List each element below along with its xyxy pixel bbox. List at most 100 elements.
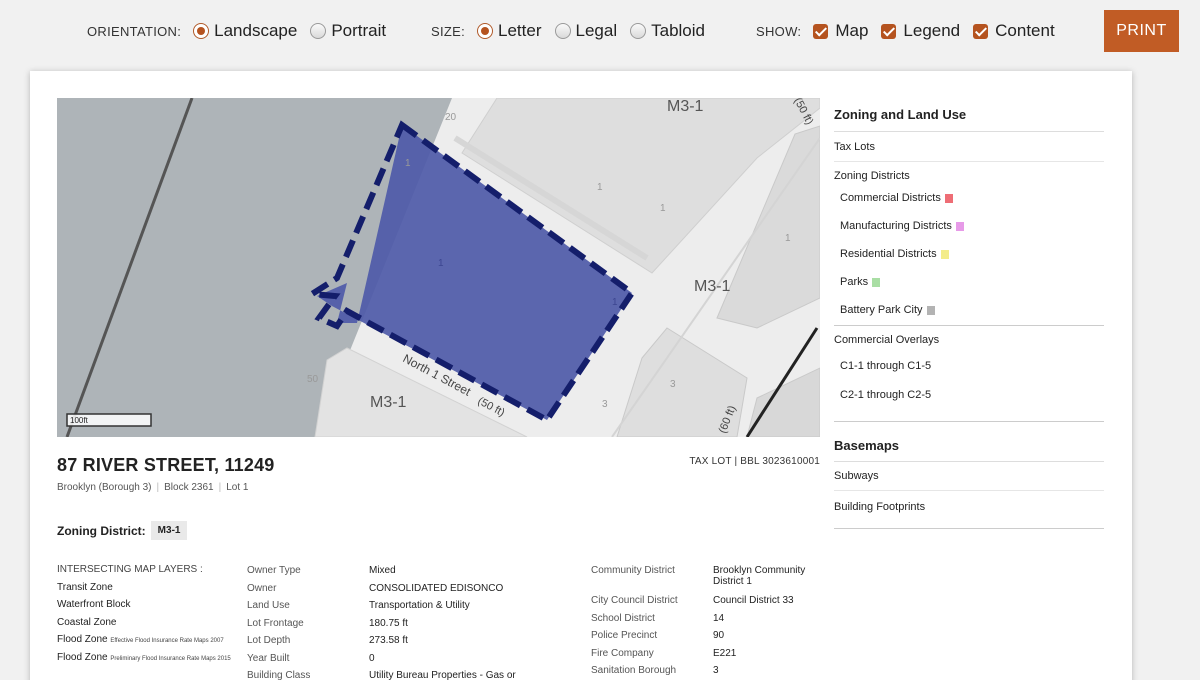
show-legend-option[interactable]: Legend — [881, 21, 960, 41]
detail-label: Owner — [247, 582, 277, 594]
detail-value: Utility Bureau Properties - Gas or — [369, 670, 516, 680]
legend-label: Battery Park City — [840, 304, 923, 316]
district-labels: Community District City Council District… — [591, 565, 706, 680]
divider: | — [218, 482, 222, 493]
landscape-label: Landscape — [214, 21, 298, 40]
letter-radio[interactable] — [477, 23, 494, 39]
legal-radio[interactable] — [554, 23, 571, 39]
show-map-option[interactable]: Map — [813, 21, 868, 41]
district-label: M3-1 — [370, 394, 407, 411]
orientation-label: ORIENTATION: — [87, 23, 182, 39]
legend-overlay-c1: C1-1 through C1-5 — [840, 360, 932, 372]
block: Block 2361 — [164, 482, 214, 493]
lot-number: 1 — [438, 258, 444, 269]
district-value: 3 — [713, 665, 719, 676]
district-value: Brooklyn Community District 1 — [713, 565, 806, 587]
layer-item: Flood Zone — [57, 634, 108, 645]
print-toolbar: ORIENTATION: Landscape Portrait SIZE: Le… — [0, 0, 1200, 62]
zoning-legend-title: Zoning and Land Use — [834, 107, 1104, 132]
tabloid-label: Tabloid — [651, 21, 705, 40]
tax-lot-bbl: TAX LOT | BBL 3023610001 — [689, 456, 820, 467]
legend-commercial-overlays: Commercial Overlays — [834, 334, 940, 346]
orientation-group: ORIENTATION: Landscape Portrait — [87, 20, 399, 42]
legend-parks: Parks — [834, 266, 1104, 294]
lot-number: 1 — [612, 297, 618, 308]
print-preview-page: M3-1 M3-1 M3-1 1 1 1 1 1 1 3 3 50 20 Nor… — [30, 71, 1132, 680]
legend-tax-lots: Tax Lots — [834, 132, 1104, 162]
layers-title: INTERSECTING MAP LAYERS : — [57, 564, 203, 575]
show-content-option[interactable]: Content — [973, 21, 1055, 41]
lot-number: 3 — [670, 379, 676, 390]
lot-number: 1 — [597, 182, 603, 193]
lot-number: 1 — [660, 203, 666, 214]
legend-checkbox-label: Legend — [903, 21, 961, 40]
content-checkbox[interactable] — [973, 23, 989, 39]
detail-label: Owner Type — [247, 565, 301, 576]
parks-swatch — [872, 277, 881, 287]
detail-value: 273.58 ft — [369, 635, 408, 646]
size-tabloid-option[interactable]: Tabloid — [630, 21, 705, 41]
legend-checkbox[interactable] — [881, 23, 897, 39]
landscape-radio[interactable] — [193, 23, 210, 39]
divider: | — [156, 482, 160, 493]
layer-item-flood-effective: Flood Zone Effective Flood Insurance Rat… — [57, 634, 267, 652]
lot-number: 3 — [602, 399, 608, 410]
district-value: Council District 33 — [713, 595, 794, 606]
layer-item: Coastal Zone — [57, 616, 117, 628]
zoning-district-badge: M3-1 — [150, 521, 188, 540]
portrait-label: Portrait — [331, 21, 387, 40]
lot-number: 1 — [785, 233, 791, 244]
detail-value: CONSOLIDATED EDISONCO — [369, 582, 504, 594]
detail-label: Building Class — [247, 670, 311, 680]
legend-subways: Subways — [834, 462, 1104, 491]
district-label: City Council District — [591, 595, 678, 606]
legend-label: Manufacturing Districts — [840, 220, 952, 232]
legend-manufacturing-districts: Manufacturing Districts — [834, 210, 1104, 238]
detail-label: Land Use — [247, 600, 290, 611]
portrait-radio[interactable] — [310, 23, 327, 39]
zoning-district-label: Zoning District: — [57, 523, 146, 538]
orientation-portrait-option[interactable]: Portrait — [310, 21, 386, 41]
legend-overlay-c2: C2-1 through C2-5 — [840, 389, 932, 401]
detail-value: 0 — [369, 652, 375, 664]
tabloid-radio[interactable] — [630, 23, 647, 39]
lot-address: 87 RIVER STREET, 11249 — [57, 455, 275, 475]
borough: Brooklyn (Borough 3) — [57, 482, 152, 493]
letter-label: Letter — [498, 21, 542, 40]
print-button[interactable]: PRINT — [1104, 10, 1179, 52]
size-label: SIZE: — [431, 23, 466, 39]
detail-label: Year Built — [247, 652, 290, 664]
content-checkbox-label: Content — [995, 21, 1055, 40]
lot-number: 20 — [445, 112, 457, 123]
legend-commercial-districts: Commercial Districts — [834, 187, 1104, 210]
map-canvas[interactable]: M3-1 M3-1 M3-1 1 1 1 1 1 1 3 3 50 20 Nor… — [57, 98, 820, 437]
map-view[interactable]: M3-1 M3-1 M3-1 1 1 1 1 1 1 3 3 50 20 Nor… — [57, 98, 820, 437]
district-label: M3-1 — [667, 98, 704, 115]
detail-value: 180.75 ft — [369, 617, 408, 629]
orientation-landscape-option[interactable]: Landscape — [193, 21, 297, 41]
layer-item: Waterfront Block — [57, 599, 131, 610]
zoning-district: Zoning District: M3-1 — [57, 521, 188, 540]
legend-zoning-districts: Zoning Districts — [834, 170, 910, 182]
detail-label: Lot Depth — [247, 635, 291, 646]
legend-battery-park-city: Battery Park City — [834, 294, 1104, 326]
district-value: 90 — [713, 630, 725, 641]
district-label: Fire Company — [591, 647, 654, 659]
show-group: SHOW: Map Legend Content — [756, 20, 1068, 42]
legend-label: Commercial Districts — [840, 192, 941, 204]
map-checkbox[interactable] — [813, 23, 829, 39]
size-legal-option[interactable]: Legal — [554, 21, 618, 41]
legend-label: Parks — [840, 276, 869, 288]
flood-note: Effective Flood Insurance Rate Maps 2007 — [110, 638, 224, 644]
map-checkbox-label: Map — [835, 21, 869, 40]
district-value: 14 — [713, 612, 725, 624]
size-letter-option[interactable]: Letter — [477, 21, 542, 41]
district-label: M3-1 — [694, 278, 731, 295]
district-label: School District — [591, 612, 655, 624]
lot-number: Lot 1 — [226, 482, 249, 493]
map-legend: Zoning and Land Use Tax Lots Zoning Dist… — [834, 107, 1104, 529]
district-label: Sanitation Borough — [591, 665, 677, 676]
lot-number: 1 — [405, 158, 411, 169]
legal-label: Legal — [575, 21, 618, 40]
legend-label: Residential Districts — [840, 248, 937, 260]
